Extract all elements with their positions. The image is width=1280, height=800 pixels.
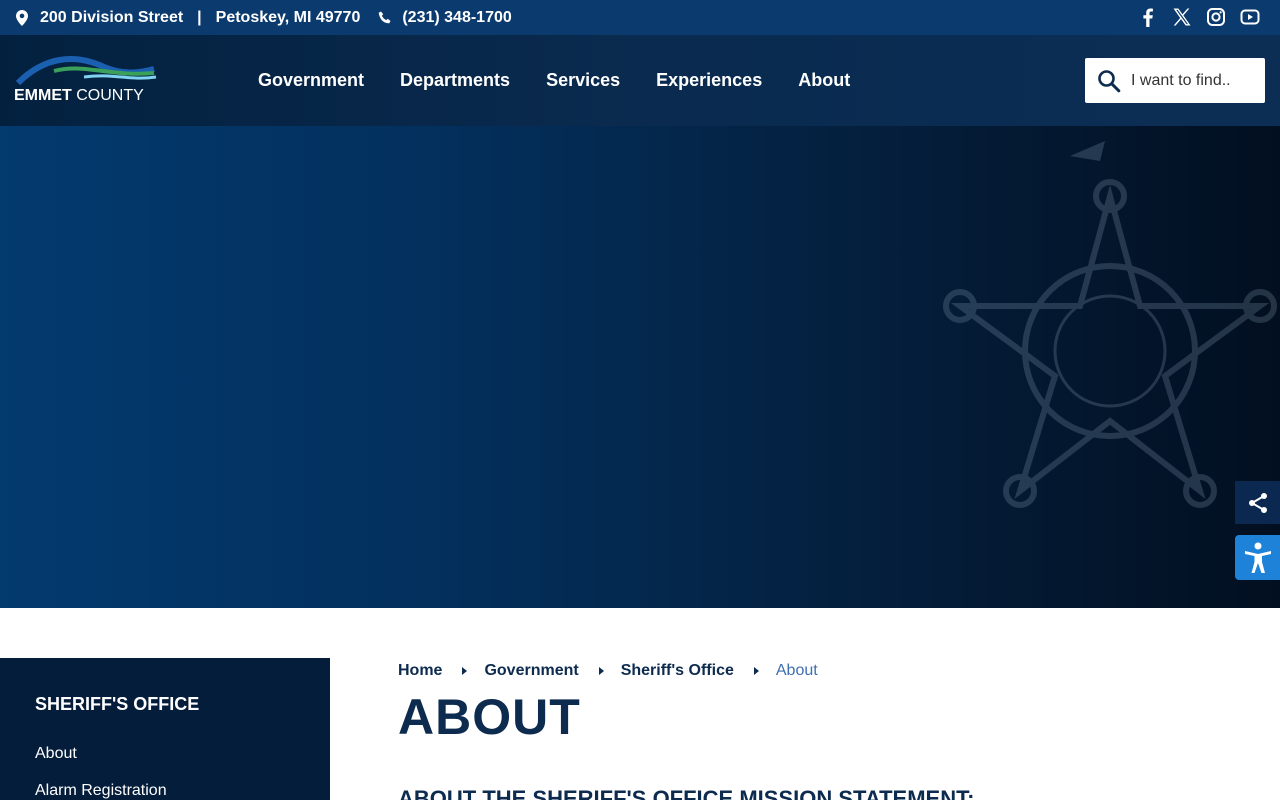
phone-icon	[379, 11, 391, 23]
location-pin-icon	[16, 9, 28, 26]
youtube-icon[interactable]	[1240, 7, 1260, 27]
sheriff-badge-watermark	[943, 141, 1277, 508]
search-input[interactable]	[1131, 71, 1256, 90]
nav-departments[interactable]: Departments	[400, 70, 510, 91]
caret-right-icon	[753, 667, 759, 675]
separator: |	[197, 8, 202, 26]
breadcrumb: Home Government Sheriff's Office About	[398, 660, 818, 682]
facebook-icon[interactable]	[1138, 7, 1158, 27]
sidebar-title: SHERIFF'S OFFICE	[35, 694, 200, 714]
section-sidebar: SHERIFF'S OFFICE About Alarm Registratio…	[0, 658, 330, 800]
nav-experiences[interactable]: Experiences	[656, 70, 762, 91]
nav-government[interactable]: Government	[258, 70, 364, 91]
nav-about[interactable]: About	[798, 70, 850, 91]
social-links	[1138, 7, 1260, 27]
primary-nav: Government Departments Services Experien…	[240, 35, 868, 126]
instagram-icon[interactable]	[1206, 7, 1226, 27]
page-title: ABOUT	[398, 689, 581, 745]
share-icon	[1248, 492, 1267, 513]
breadcrumb-sheriffs-office[interactable]: Sheriff's Office	[621, 662, 734, 680]
emmet-county-logo[interactable]: EMMET COUNTY	[14, 55, 164, 107]
search-box	[1085, 58, 1265, 103]
address-street: 200 Division Street	[40, 8, 184, 26]
accessibility-button[interactable]	[1235, 535, 1280, 580]
phone-number: (231) 348-1700	[402, 8, 512, 26]
nav-services[interactable]: Services	[546, 70, 620, 91]
main-header: EMMET COUNTY Government Departments Serv…	[0, 35, 1280, 126]
logo-text: EMMET COUNTY	[14, 87, 144, 104]
sidebar-item-alarm-registration[interactable]: Alarm Registration	[35, 782, 295, 800]
breadcrumb-government[interactable]: Government	[484, 662, 578, 680]
mission-heading: ABOUT THE SHERIFF'S OFFICE MISSION STATE…	[398, 786, 975, 800]
accessibility-icon	[1244, 542, 1271, 573]
logo-waves-icon	[15, 56, 157, 86]
top-info-bar: 200 Division Street | Petoskey, MI 49770…	[0, 0, 1280, 35]
x-icon[interactable]	[1172, 7, 1192, 27]
breadcrumb-home[interactable]: Home	[398, 662, 442, 680]
phone[interactable]: (231) 348-1700	[378, 8, 512, 27]
address[interactable]: 200 Division Street	[16, 9, 183, 27]
caret-right-icon	[598, 667, 604, 675]
caret-right-icon	[462, 667, 468, 675]
sidebar-item-about[interactable]: About	[35, 745, 295, 763]
hero-banner	[0, 126, 1280, 608]
share-button[interactable]	[1235, 481, 1280, 524]
address-city[interactable]: Petoskey, MI 49770	[216, 9, 361, 27]
page: 200 Division Street | Petoskey, MI 49770…	[0, 0, 1280, 800]
breadcrumb-current: About	[775, 662, 818, 679]
search-icon[interactable]	[1097, 69, 1121, 93]
